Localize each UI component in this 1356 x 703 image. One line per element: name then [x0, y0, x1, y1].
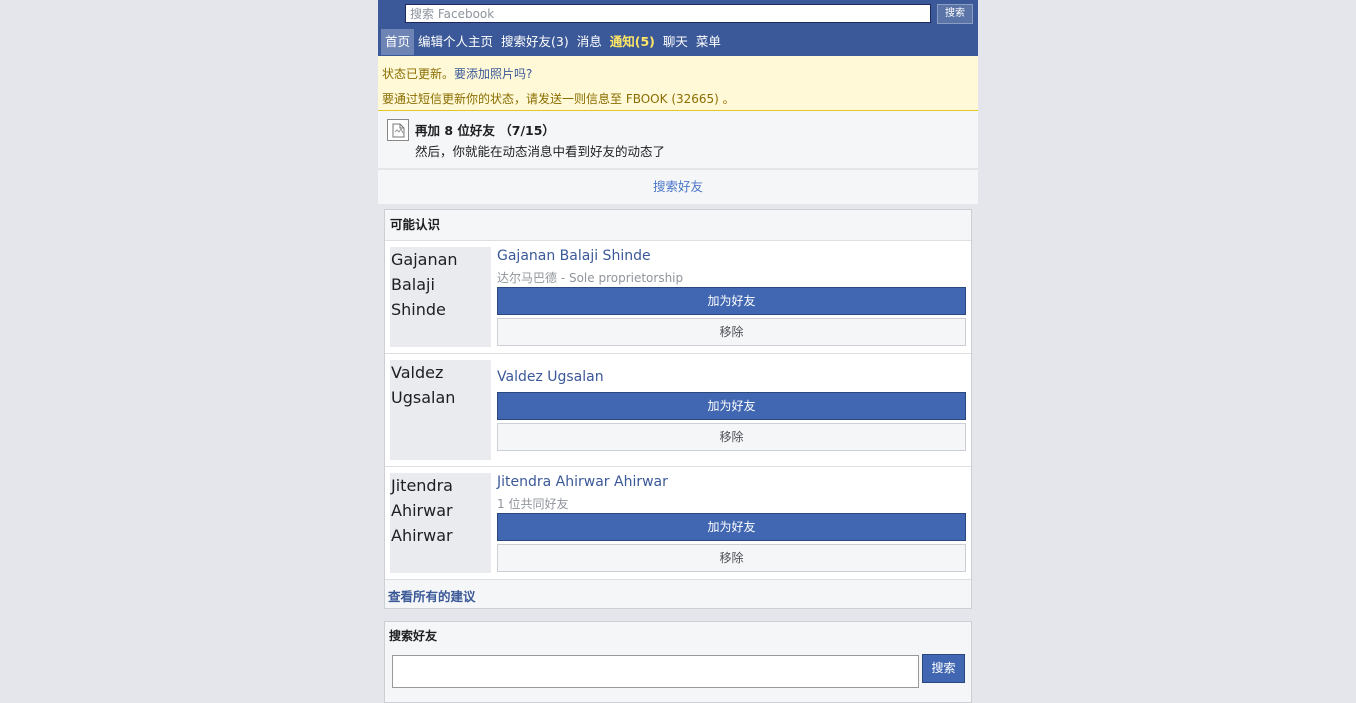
person-card: Jitendra Ahirwar Ahirwar Jitendra Ahirwa… [385, 467, 971, 580]
top-bar: ebook 搜索 首页 编辑个人主页 搜索好友(3) 消息 通知(5) 聊天 菜… [378, 0, 978, 56]
search-button[interactable]: 搜索 [937, 4, 973, 24]
remove-button[interactable]: 移除 [497, 544, 966, 572]
search-friends-row: 搜索好友 [378, 169, 978, 204]
document-icon [387, 119, 409, 141]
remove-button[interactable]: 移除 [497, 318, 966, 346]
pymk-heading: 可能认识 [385, 210, 971, 241]
person-name[interactable]: Valdez Ugsalan [497, 369, 604, 385]
nav-chat[interactable]: 聊天 [659, 29, 692, 55]
profile-photo[interactable]: Valdez Ugsalan [390, 360, 491, 460]
bottom-search-box: 搜索好友 搜索 [384, 621, 972, 703]
person-card: Gajanan Balaji Shinde Gajanan Balaji Shi… [385, 241, 971, 354]
status-updated-text: 状态已更新。 [382, 67, 455, 81]
sms-hint: 要通过短信更新你的状态，请发送一则信息至 FBOOK (32665) 。 [382, 92, 735, 106]
add-friends-title: 再加 8 位好友 （7/15） [415, 123, 555, 138]
nav-find-friends[interactable]: 搜索好友(3) [497, 29, 573, 55]
nav-edit-profile[interactable]: 编辑个人主页 [414, 29, 497, 55]
nav-notifications[interactable]: 通知(5) [606, 29, 659, 55]
search-friends-link[interactable]: 搜索好友 [378, 170, 978, 204]
nav-messages[interactable]: 消息 [573, 29, 606, 55]
add-friends-box: 再加 8 位好友 （7/15） 然后，你就能在动态消息中看到好友的动态了 [378, 111, 978, 168]
nav-home[interactable]: 首页 [381, 29, 415, 55]
add-friend-button[interactable]: 加为好友 [497, 392, 966, 420]
add-friend-button[interactable]: 加为好友 [497, 513, 966, 541]
friend-search-input[interactable] [392, 655, 919, 688]
nav-menu[interactable]: 菜单 [692, 29, 725, 55]
bottom-search-heading: 搜索好友 [389, 629, 438, 643]
remove-button[interactable]: 移除 [497, 423, 966, 451]
person-description: 达尔马巴德 - Sole proprietorship [497, 271, 684, 285]
page: ebook 搜索 首页 编辑个人主页 搜索好友(3) 消息 通知(5) 聊天 菜… [378, 0, 978, 703]
add-friend-button[interactable]: 加为好友 [497, 287, 966, 315]
nav-bar: 首页 编辑个人主页 搜索好友(3) 消息 通知(5) 聊天 菜单 [378, 28, 725, 56]
person-name[interactable]: Jitendra Ahirwar Ahirwar [497, 474, 668, 490]
mutual-friends-count: 1 位共同好友 [497, 497, 569, 511]
person-card: Valdez Ugsalan Valdez Ugsalan 加为好友 移除 [385, 354, 971, 467]
add-friends-subtitle: 然后，你就能在动态消息中看到好友的动态了 [415, 144, 666, 159]
friend-search-button[interactable]: 搜索 [922, 654, 965, 683]
profile-photo[interactable]: Gajanan Balaji Shinde [390, 247, 491, 347]
people-you-may-know: 可能认识 Gajanan Balaji Shinde Gajanan Balaj… [384, 209, 972, 609]
add-photo-link[interactable]: 要添加照片吗? [454, 67, 532, 81]
search-input[interactable] [405, 4, 931, 23]
status-notice: 状态已更新。要添加照片吗? 要通过短信更新你的状态，请发送一则信息至 FBOOK… [378, 56, 978, 111]
see-all-suggestions-link[interactable]: 查看所有的建议 [388, 586, 476, 605]
profile-photo[interactable]: Jitendra Ahirwar Ahirwar [390, 473, 491, 573]
status-updated-line: 状态已更新。要添加照片吗? [382, 65, 532, 82]
person-name[interactable]: Gajanan Balaji Shinde [497, 248, 651, 264]
